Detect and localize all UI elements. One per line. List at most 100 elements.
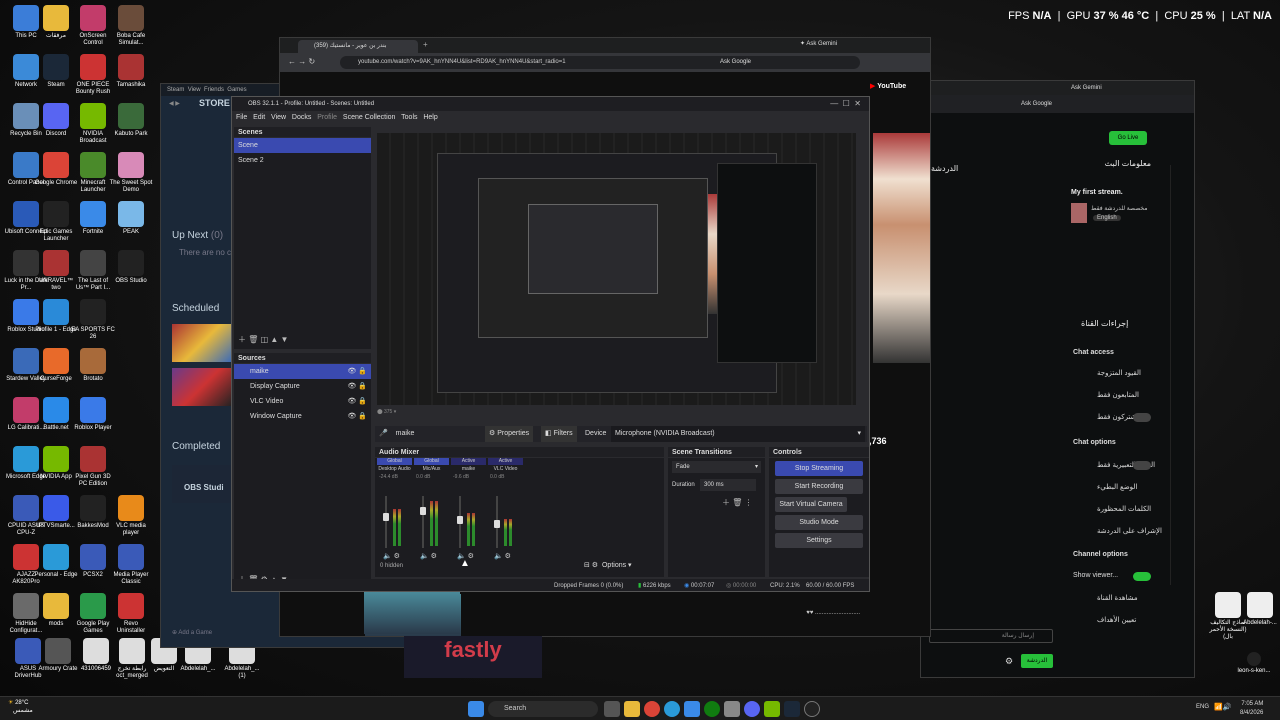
volume-slider[interactable] xyxy=(420,496,426,548)
chrome-icon[interactable] xyxy=(644,701,660,717)
channel-name[interactable]: Desktop Audio xyxy=(377,465,412,474)
subscribers-setting[interactable]: المتابعون فقط xyxy=(1097,391,1139,399)
search-box[interactable]: Search xyxy=(488,701,598,717)
nav-arrows-icon[interactable]: ← → ↻ xyxy=(288,57,315,66)
scene-item[interactable]: Scene 2 xyxy=(234,153,371,168)
steam-icon[interactable] xyxy=(784,701,800,717)
desktop-shortcut-icon[interactable]: VLC media player xyxy=(109,495,153,537)
desktop-shortcut-icon[interactable]: Boba Cafe Simulat... xyxy=(109,5,153,47)
xbox-icon[interactable] xyxy=(704,701,720,717)
channel-name[interactable]: maike xyxy=(451,465,486,474)
desktop-shortcut-icon[interactable]: Brotato xyxy=(71,348,115,383)
start-recording-button[interactable]: Start Recording xyxy=(775,479,863,494)
volume-slider-handle[interactable] xyxy=(494,520,500,528)
volume-slider-handle[interactable] xyxy=(383,513,389,521)
desktop-shortcut-icon[interactable]: Media Player Classic xyxy=(109,544,153,586)
menu-help[interactable]: Help xyxy=(423,114,437,121)
transition-select[interactable]: Fade ▾ xyxy=(672,461,761,473)
go-live-button[interactable]: Go Live xyxy=(1109,131,1147,145)
steam-menu-friends[interactable]: Friends xyxy=(204,87,224,93)
chat-send-button[interactable]: الدردشة xyxy=(1021,654,1053,668)
source-item[interactable]: Display Capture 👁 🔒 xyxy=(234,379,371,394)
scheduled-game-thumb[interactable] xyxy=(172,324,232,362)
source-item[interactable]: maike 👁 🔒 xyxy=(234,364,371,379)
gear-icon[interactable]: ⚙ xyxy=(1005,656,1013,667)
source-item[interactable]: Window Capture 👁 🔒 xyxy=(234,409,371,424)
steam-menu-view[interactable]: View xyxy=(188,87,201,93)
new-tab-button[interactable]: + xyxy=(423,40,428,49)
youtube-logo[interactable]: ▶ YouTube xyxy=(870,82,906,90)
mute-speaker-icon[interactable]: 🔈 ⚙ xyxy=(383,552,400,560)
followers-only-setting[interactable]: القيود المتزوجة xyxy=(1097,369,1141,377)
device-select[interactable]: Microphone (NVIDIA Broadcast) ▾ xyxy=(611,426,865,442)
show-viewer-setting[interactable]: Show viewer... xyxy=(1073,572,1118,579)
start-virtual-camera-button[interactable]: Start Virtual Camera xyxy=(775,497,847,512)
menu-file[interactable]: File xyxy=(236,114,247,121)
visibility-eye-icon[interactable]: 👁 🔒 xyxy=(347,409,367,424)
app-icon[interactable] xyxy=(724,701,740,717)
discord-icon[interactable] xyxy=(744,701,760,717)
stop-streaming-button[interactable]: Stop Streaming xyxy=(775,461,863,476)
desktop-shortcut-icon[interactable]: Roblox Player xyxy=(71,397,115,432)
scene-item[interactable]: Scene xyxy=(234,138,371,153)
menu-docks[interactable]: Docks xyxy=(292,114,311,121)
show-viewer-toggle[interactable] xyxy=(1133,572,1151,581)
volume-slider[interactable] xyxy=(457,496,463,548)
menu-edit[interactable]: Edit xyxy=(253,114,265,121)
ask-google-button[interactable]: Ask Google xyxy=(1021,101,1052,107)
related-video-thumb[interactable] xyxy=(364,592,460,634)
menu-view[interactable]: View xyxy=(271,114,286,121)
desktop-shortcut-icon[interactable]: Tamashika xyxy=(109,54,153,89)
store-icon[interactable] xyxy=(684,701,700,717)
channel-name[interactable]: VLC Video xyxy=(488,465,523,474)
edge-icon[interactable] xyxy=(664,701,680,717)
browser-tab[interactable]: (359) بندر بن عوير - مانستيك xyxy=(298,40,418,53)
desktop-file-icon[interactable]: Abdelelah-... xyxy=(1238,592,1280,627)
transition-add-icon[interactable]: ＋ 🗑 ⋮ xyxy=(722,497,753,508)
visibility-eye-icon[interactable]: 👁 🔒 xyxy=(347,364,367,379)
settings-button[interactable]: Settings xyxy=(775,533,863,548)
add-game-button[interactable]: ⊕ Add a Game xyxy=(172,629,212,636)
steam-back-icon[interactable]: ◀ ▶ xyxy=(169,100,180,107)
source-item[interactable]: VLC Video 👁 🔒 xyxy=(234,394,371,409)
channel-name[interactable]: Mic/Aux xyxy=(414,465,449,474)
desktop-shortcut-icon[interactable]: Pixel Gun 3D PC Edition xyxy=(71,446,115,488)
nvidia-icon[interactable] xyxy=(764,701,780,717)
mixer-bottom-controls[interactable]: ⊟ ⚙ Options ▾ xyxy=(584,561,632,569)
desktop-shortcut-icon[interactable]: PEAK xyxy=(109,201,153,236)
visibility-eye-icon[interactable]: 👁 🔒 xyxy=(347,379,367,394)
desktop-file-icon[interactable]: leon-s-ken... xyxy=(1232,652,1276,675)
scheduled-game-thumb[interactable] xyxy=(172,368,232,406)
clock[interactable]: 7:05 AM 8/4/2026 xyxy=(1240,700,1263,718)
banned-words-setting[interactable]: الكلمات المحظورة xyxy=(1097,505,1151,513)
volume-slider-handle[interactable] xyxy=(457,516,463,524)
filters-button[interactable]: ◧ Filters xyxy=(541,426,577,442)
desktop-shortcut-icon[interactable]: OBS Studio xyxy=(109,250,153,285)
desktop-shortcut-icon[interactable]: Kabuto Park xyxy=(109,103,153,138)
subs-only-toggle[interactable] xyxy=(1133,413,1151,422)
scenes-toolbar[interactable]: ＋ 🗑 ◫ ▲ ▼ xyxy=(238,334,288,345)
obs-icon[interactable] xyxy=(804,701,820,717)
ask-gemini-button[interactable]: Ask Gemini xyxy=(1071,85,1102,91)
desktop-shortcut-icon[interactable]: Revo Uninstaller xyxy=(109,593,153,635)
fastly-ad[interactable]: fastly xyxy=(404,636,542,678)
moderation-setting[interactable]: الإشراف على الدردشة xyxy=(1097,527,1162,535)
weather-widget[interactable]: ☀ 28°C مشمس xyxy=(8,699,33,715)
language-indicator[interactable]: ENG xyxy=(1196,704,1209,710)
volume-slider[interactable] xyxy=(494,496,500,548)
properties-button[interactable]: ⚙ Properties xyxy=(485,426,534,442)
studio-mode-button[interactable]: Studio Mode xyxy=(775,515,863,530)
menu-profile[interactable]: Profile xyxy=(317,114,337,121)
desktop-shortcut-icon[interactable]: EA SPORTS FC 26 xyxy=(71,299,115,341)
viewer-list-setting[interactable]: مشاهدة القناة xyxy=(1097,594,1138,602)
file-explorer-icon[interactable] xyxy=(624,701,640,717)
ask-gemini-button[interactable]: ✦ Ask Gemini xyxy=(800,40,837,47)
menu-scene-collection[interactable]: Scene Collection xyxy=(343,114,396,121)
visibility-eye-icon[interactable]: 👁 🔒 xyxy=(347,394,367,409)
task-view-icon[interactable] xyxy=(604,701,620,717)
mute-speaker-icon[interactable]: 🔈 ⚙ xyxy=(494,552,511,560)
tray-icons[interactable]: 📶🔊 xyxy=(1214,703,1231,711)
duration-input[interactable]: 300 ms xyxy=(700,479,756,491)
emote-only-toggle[interactable] xyxy=(1133,461,1151,470)
menu-tools[interactable]: Tools xyxy=(401,114,417,121)
